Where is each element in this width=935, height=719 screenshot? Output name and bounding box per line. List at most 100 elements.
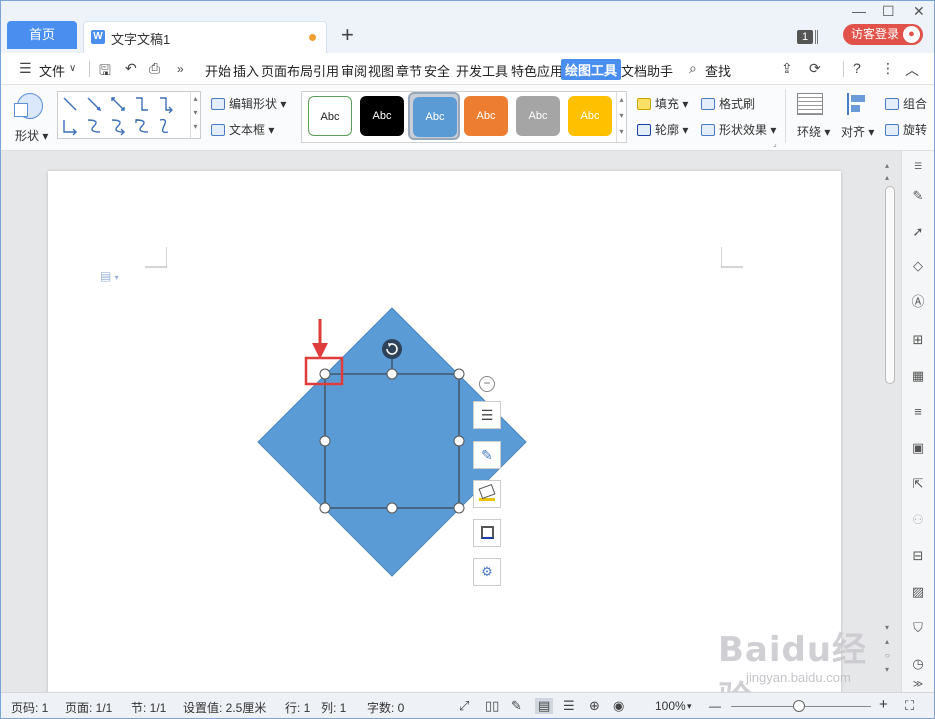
tab-drawing-tools[interactable]: 绘图工具 bbox=[561, 59, 622, 80]
style-a-icon[interactable]: Ⓐ bbox=[909, 293, 927, 311]
tab-view[interactable]: 视图 bbox=[368, 61, 394, 80]
tab-review[interactable]: 审阅 bbox=[341, 61, 367, 80]
align-icon[interactable] bbox=[847, 93, 867, 115]
zoom-dropdown-icon[interactable]: ▾ bbox=[687, 701, 692, 712]
window-count-badge[interactable]: 1 bbox=[797, 30, 813, 44]
edit-pen-icon[interactable]: ✎ bbox=[909, 187, 927, 205]
page-number[interactable]: 页码: 1 bbox=[11, 699, 48, 716]
zoom-in-button[interactable]: + bbox=[879, 696, 888, 713]
section-count[interactable]: 节: 1/1 bbox=[131, 699, 166, 716]
group-button[interactable]: 组合 bbox=[885, 95, 927, 112]
style-gold[interactable]: Abc bbox=[568, 96, 612, 136]
zoom-slider-knob[interactable] bbox=[793, 700, 805, 712]
page-view-icon[interactable]: ▤ bbox=[535, 698, 554, 714]
ribbon-expand-icon[interactable]: ⌟ bbox=[773, 139, 777, 148]
file-menu[interactable]: 文件 bbox=[39, 61, 65, 80]
page-count[interactable]: 页面: 1/1 bbox=[65, 699, 112, 716]
scroll-top-icon[interactable]: ▴ bbox=[885, 173, 889, 182]
style-blue-selected[interactable]: Abc bbox=[408, 92, 460, 140]
word-count[interactable]: 字数: 0 bbox=[367, 699, 404, 716]
archive-icon[interactable]: ⊟ bbox=[909, 547, 927, 565]
more-arrows-icon[interactable]: » bbox=[177, 62, 184, 76]
tab-security[interactable]: 安全 bbox=[424, 61, 450, 80]
shape-effects-quick-icon[interactable]: ⚙ bbox=[473, 558, 501, 586]
tab-chapter[interactable]: 章节 bbox=[396, 61, 422, 80]
style-gray[interactable]: Abc bbox=[516, 96, 560, 136]
collapse-ribbon-icon[interactable]: ︿ bbox=[905, 60, 919, 80]
fill-button[interactable]: 填充 ▾ bbox=[637, 95, 688, 112]
fill-bucket-icon[interactable] bbox=[473, 480, 501, 508]
more-vert-icon[interactable]: ⋮ bbox=[881, 60, 895, 77]
tab-references[interactable]: 引用 bbox=[313, 61, 339, 80]
select-pointer-icon[interactable]: ➚ bbox=[909, 223, 927, 241]
outline-button[interactable]: 轮廓 ▾ bbox=[637, 121, 688, 138]
fit-window-icon[interactable]: ⛶ bbox=[905, 698, 914, 714]
new-tab-button[interactable]: + bbox=[341, 23, 354, 47]
shield-icon[interactable]: ⛉ bbox=[909, 619, 927, 637]
collapse-toolbar-icon[interactable]: − bbox=[479, 376, 495, 392]
shape-effects-button[interactable]: 形状效果 ▾ bbox=[701, 121, 776, 138]
print-icon[interactable]: ⎙ bbox=[149, 60, 160, 77]
outline-style-icon[interactable] bbox=[473, 519, 501, 547]
save-icon[interactable]: 🖫 bbox=[99, 60, 111, 84]
tab-document[interactable]: W 文字文稿1 bbox=[83, 21, 327, 53]
tab-insert[interactable]: 插入 bbox=[233, 61, 259, 80]
setting-value[interactable]: 设置值: 2.5厘米 bbox=[183, 699, 266, 716]
history-icon[interactable]: ◷ bbox=[909, 655, 927, 673]
apps-grid-icon[interactable]: ▦ bbox=[909, 367, 927, 385]
settings-sliders-icon[interactable]: ≡ bbox=[909, 403, 927, 421]
search-label[interactable]: 查找 bbox=[705, 61, 731, 80]
format-painter-button[interactable]: 格式刷 bbox=[701, 95, 755, 112]
style-black[interactable]: Abc bbox=[360, 96, 404, 136]
tab-doc-assistant[interactable]: 文档助手 bbox=[621, 61, 673, 80]
pane-menu-icon[interactable]: ☰ bbox=[909, 157, 927, 175]
collaborate-icon[interactable]: ⚇ bbox=[909, 511, 927, 529]
wrap-button[interactable]: 环绕 ▾ bbox=[797, 123, 830, 140]
chevron-down-icon[interactable]: ∨ bbox=[69, 63, 76, 74]
outline-view-icon[interactable]: ☰ bbox=[563, 698, 575, 714]
table-icon[interactable]: ⊞ bbox=[909, 331, 927, 349]
shapes-icon[interactable]: ◇ bbox=[909, 257, 927, 275]
sync-icon[interactable]: ⟳ bbox=[809, 60, 821, 77]
export-icon[interactable]: ⇱ bbox=[909, 475, 927, 493]
layout-options-icon[interactable]: ☰ bbox=[473, 401, 501, 429]
shape-button[interactable]: 形状 ▾ bbox=[11, 91, 51, 143]
share-icon[interactable]: ⇪ bbox=[781, 60, 793, 77]
edit-shape-button[interactable]: 编辑形状 ▾ bbox=[211, 95, 286, 112]
close-button[interactable]: ✕ bbox=[913, 3, 925, 20]
wrap-icon[interactable] bbox=[797, 93, 823, 115]
style-orange[interactable]: Abc bbox=[464, 96, 508, 136]
style-white[interactable]: Abc bbox=[308, 96, 352, 136]
minimize-button[interactable]: — bbox=[852, 3, 866, 19]
align-button[interactable]: 对齐 ▾ bbox=[841, 123, 874, 140]
zoom-level[interactable]: 100% bbox=[655, 699, 686, 713]
fullscreen-icon[interactable]: ⤢ bbox=[459, 698, 469, 714]
tab-home[interactable]: 首页 bbox=[7, 21, 77, 49]
image-icon[interactable]: ▨ bbox=[909, 583, 927, 601]
visitor-login-button[interactable]: 访客登录 ● bbox=[843, 24, 923, 45]
vertical-scrollbar[interactable]: ▴ ▴ ▾ ▴ ○ ▾ bbox=[882, 161, 898, 686]
connector-gallery[interactable]: ▴ ▾ ▾ bbox=[57, 91, 201, 139]
picture-icon[interactable]: ▣ bbox=[909, 439, 927, 457]
hamburger-menu-icon[interactable]: ☰ bbox=[19, 60, 32, 77]
tab-developer[interactable]: 开发工具 bbox=[456, 61, 508, 80]
rotate-handle-icon[interactable] bbox=[382, 339, 402, 359]
help-icon[interactable]: ? bbox=[853, 60, 861, 76]
scroll-thumb[interactable] bbox=[885, 186, 895, 384]
document-page[interactable]: ▤ ▾ − ☰ ✎ ⚙ bbox=[48, 171, 841, 692]
zoom-out-button[interactable]: — bbox=[709, 699, 721, 713]
styles-scroll[interactable]: ▴ ▾ ▾ bbox=[616, 92, 626, 142]
read-mode-icon[interactable]: ▯▯ bbox=[485, 698, 499, 714]
col-indicator[interactable]: 列: 1 bbox=[321, 699, 346, 716]
text-box-button[interactable]: 文本框 ▾ bbox=[211, 121, 274, 138]
search-icon[interactable]: ⌕ bbox=[689, 60, 697, 77]
tab-special-apps[interactable]: 特色应用 bbox=[511, 61, 563, 80]
undo-icon[interactable]: ↶ bbox=[125, 60, 137, 77]
scroll-up-icon[interactable]: ▴ bbox=[885, 161, 889, 170]
gallery-scroll[interactable]: ▴ ▾ ▾ bbox=[190, 92, 200, 138]
maximize-button[interactable]: ☐ bbox=[882, 3, 895, 20]
write-mode-icon[interactable]: ✎ bbox=[511, 698, 522, 714]
tab-start[interactable]: 开始 bbox=[205, 61, 231, 80]
row-indicator[interactable]: 行: 1 bbox=[285, 699, 310, 716]
eye-protection-icon[interactable]: ◉ bbox=[613, 698, 624, 714]
